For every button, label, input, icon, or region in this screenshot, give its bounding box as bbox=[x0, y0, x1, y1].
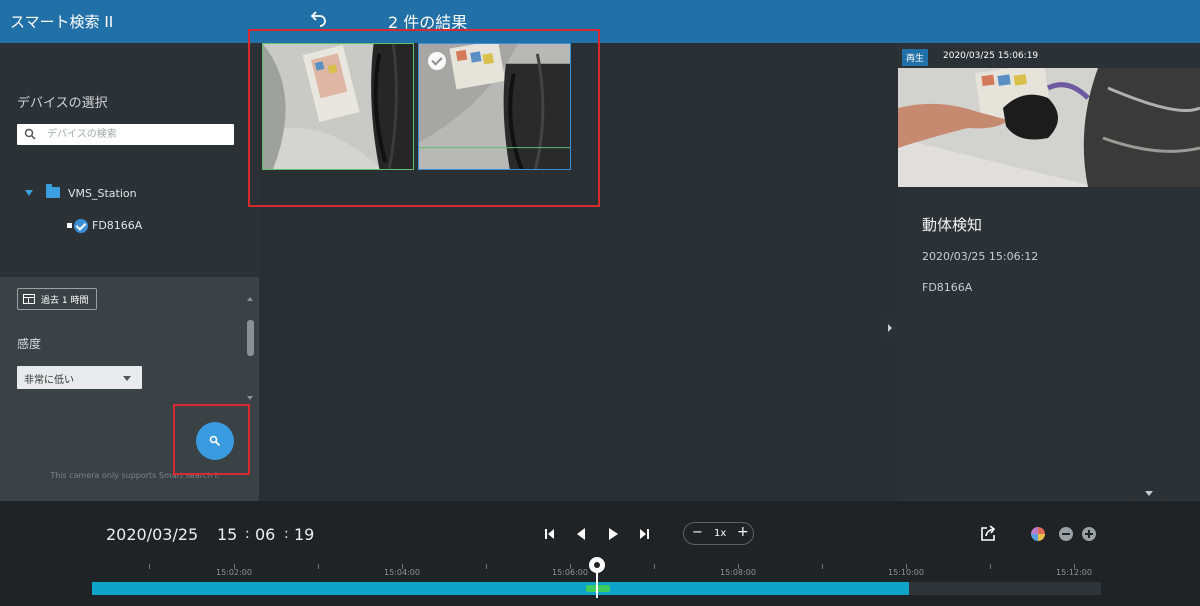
settings-scrollbar-thumb[interactable] bbox=[247, 320, 254, 356]
result-thumbnail-1[interactable] bbox=[262, 43, 414, 170]
timeline-time-label: 15:12:00 bbox=[1056, 568, 1092, 577]
speed-increase-button[interactable]: + bbox=[737, 524, 749, 540]
camera-snapshot-image bbox=[263, 44, 413, 169]
calendar-icon bbox=[23, 294, 35, 304]
device-search-input[interactable] bbox=[47, 126, 227, 143]
time-separator: : bbox=[245, 526, 250, 542]
event-camera-name: FD8166A bbox=[922, 281, 973, 294]
playback-badge: 再生 bbox=[902, 49, 929, 66]
timeline-tick bbox=[822, 564, 823, 569]
step-back-icon[interactable] bbox=[573, 526, 589, 542]
tree-camera-label[interactable]: FD8166A bbox=[92, 219, 142, 232]
playback-second[interactable]: 19 bbox=[294, 525, 314, 544]
timeline-time-label: 15:02:00 bbox=[216, 568, 252, 577]
zoom-out-icon[interactable] bbox=[1059, 527, 1073, 541]
timeline-time-label: 15:04:00 bbox=[384, 568, 420, 577]
scroll-down-arrow-icon[interactable] bbox=[247, 396, 253, 400]
event-timestamp: 2020/03/25 15:06:12 bbox=[922, 250, 1039, 263]
collapse-panel-arrow-icon[interactable] bbox=[880, 310, 898, 346]
time-range-label: 過去 1 時間 bbox=[41, 296, 89, 306]
search-settings-panel bbox=[0, 277, 259, 501]
time-range-button[interactable]: 過去 1 時間 bbox=[17, 288, 97, 310]
app-title: スマート検索 II bbox=[10, 13, 114, 31]
playback-date: 2020/03/25 bbox=[106, 525, 199, 544]
camera-support-note: This camera only supports Smart search I… bbox=[50, 471, 220, 480]
playhead-handle[interactable] bbox=[589, 557, 605, 573]
device-panel bbox=[0, 43, 259, 277]
tree-expand-caret-icon[interactable] bbox=[25, 190, 33, 196]
timeline-tick bbox=[149, 564, 150, 569]
camera-status-square-icon bbox=[67, 223, 72, 228]
timeline-tick bbox=[654, 564, 655, 569]
tree-station-label[interactable]: VMS_Station bbox=[68, 187, 137, 200]
results-count-title: 2 件の結果 bbox=[388, 13, 468, 32]
play-icon[interactable] bbox=[605, 526, 621, 542]
timeline[interactable]: 15:02:00 15:04:00 15:06:00 15:08:00 15:10:00… bbox=[92, 557, 1101, 598]
zoom-in-icon[interactable] bbox=[1082, 527, 1096, 541]
search-icon bbox=[209, 435, 221, 447]
timeline-tick bbox=[990, 564, 991, 569]
result-thumbnail-2[interactable] bbox=[418, 43, 571, 170]
recording-segment[interactable] bbox=[92, 582, 909, 595]
time-separator: : bbox=[284, 526, 289, 542]
run-search-button[interactable] bbox=[196, 422, 234, 460]
preview-video[interactable] bbox=[898, 68, 1200, 187]
device-select-heading: デバイスの選択 bbox=[17, 96, 108, 111]
timeline-time-label: 15:10:00 bbox=[888, 568, 924, 577]
playback-speed-value: 1x bbox=[714, 528, 727, 539]
timeline-tick bbox=[486, 564, 487, 569]
playback-minute[interactable]: 06 bbox=[255, 525, 275, 544]
sensitivity-dropdown[interactable]: 非常に低い bbox=[17, 366, 142, 389]
export-icon[interactable] bbox=[979, 525, 997, 543]
playback-speed-control: − 1x + bbox=[683, 522, 754, 545]
folder-icon bbox=[46, 184, 60, 198]
chevron-down-icon bbox=[123, 376, 131, 381]
preview-timestamp: 2020/03/25 15:06:19 bbox=[943, 51, 1039, 61]
timeline-time-label: 15:06:00 bbox=[552, 568, 588, 577]
color-adjust-icon[interactable] bbox=[1031, 527, 1045, 541]
timeline-time-label: 15:08:00 bbox=[720, 568, 756, 577]
timeline-tick bbox=[318, 564, 319, 569]
motion-event-marker[interactable] bbox=[586, 585, 610, 592]
undo-icon[interactable] bbox=[310, 9, 328, 27]
playback-hour[interactable]: 15 bbox=[217, 525, 237, 544]
sensitivity-label: 感度 bbox=[17, 337, 42, 351]
search-icon bbox=[24, 128, 36, 140]
device-search-field[interactable] bbox=[17, 124, 234, 145]
skip-previous-icon[interactable] bbox=[541, 526, 557, 542]
camera-selected-check-icon[interactable] bbox=[74, 219, 88, 233]
preview-frame-image bbox=[898, 68, 1200, 187]
thumbnail-selected-check-icon[interactable] bbox=[428, 52, 446, 70]
top-header: スマート検索 II 2 件の結果 bbox=[0, 0, 1200, 43]
sensitivity-value: 非常に低い bbox=[24, 375, 74, 386]
expand-panel-arrow-icon[interactable] bbox=[1130, 486, 1168, 501]
event-type-title: 動体検知 bbox=[922, 216, 983, 234]
scroll-up-arrow-icon[interactable] bbox=[247, 297, 253, 301]
speed-decrease-button[interactable]: − bbox=[692, 525, 703, 540]
skip-next-icon[interactable] bbox=[637, 526, 653, 542]
